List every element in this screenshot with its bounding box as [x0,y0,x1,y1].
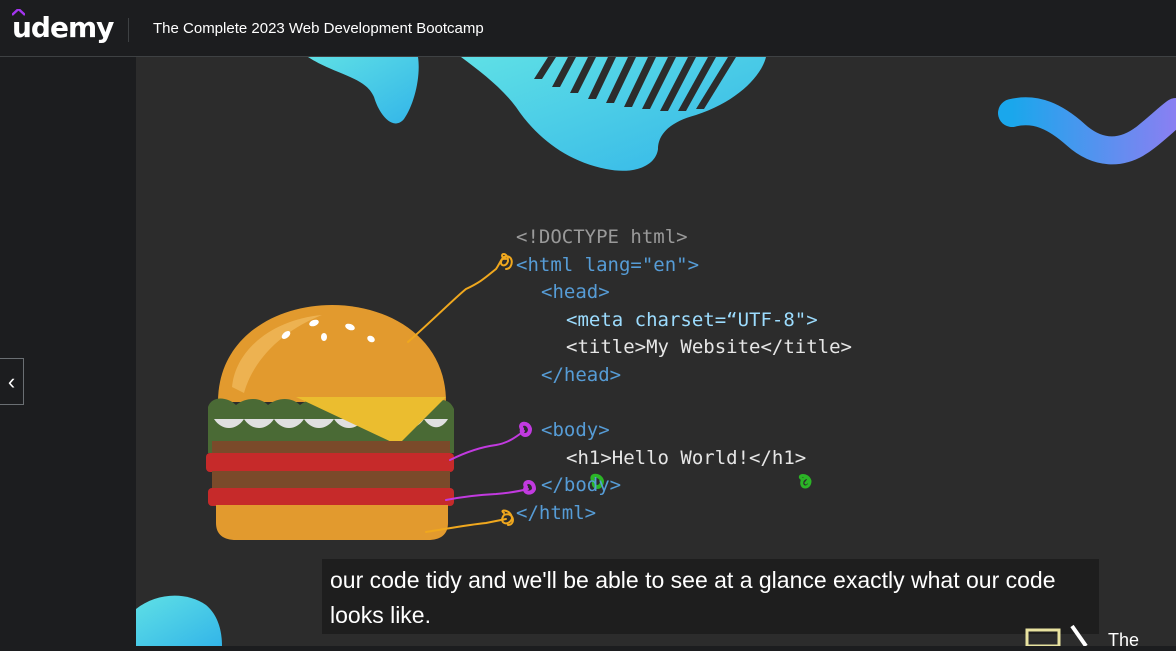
watermark-text: The [1108,630,1140,650]
chevron-left-icon: ‹ [7,368,16,394]
header-divider [128,18,129,42]
decor-blob-bottom-left [136,595,222,646]
left-rail [0,57,136,646]
decor-wave-right [998,97,1176,165]
code-line-body-close: </body> [541,474,622,496]
code-line-h1: <h1>Hello World!</h1> [566,447,807,469]
annotation-body-close [445,488,529,501]
burger-tomato-top [206,453,454,472]
code-line-meta: <meta charset=“UTF-8"> [566,309,818,331]
code-line-body-open: <body> [541,419,610,441]
code-line-doctype: <!DOCTYPE html> [516,226,688,248]
udemy-logo[interactable]: udemy [12,11,114,44]
video-player[interactable]: <!DOCTYPE html> <html lang="en"> <head> … [136,57,1176,646]
annotation-html-open [407,256,507,343]
video-caption: our code tidy and we'll be able to see a… [322,559,1099,634]
burger-tomato-bottom [208,488,454,506]
decor-blob-top-left [308,57,419,124]
code-line-html-close: </html> [516,502,597,524]
top-bar: udemy The Complete 2023 Web Development … [0,0,1176,57]
code-line-title: <title>My Website</title> [566,336,852,358]
code-line-head-open: <head> [541,281,610,303]
annotation-body-open [449,430,525,461]
burger-illustration [206,305,454,540]
code-line-html-open: <html lang="en"> [516,254,700,276]
previous-lecture-button[interactable]: ‹ [0,358,24,405]
watermark-icon [1025,624,1088,646]
code-line-head-close: </head> [541,364,622,386]
burger-bottom-bun [216,505,448,540]
course-title[interactable]: The Complete 2023 Web Development Bootca… [153,20,484,37]
